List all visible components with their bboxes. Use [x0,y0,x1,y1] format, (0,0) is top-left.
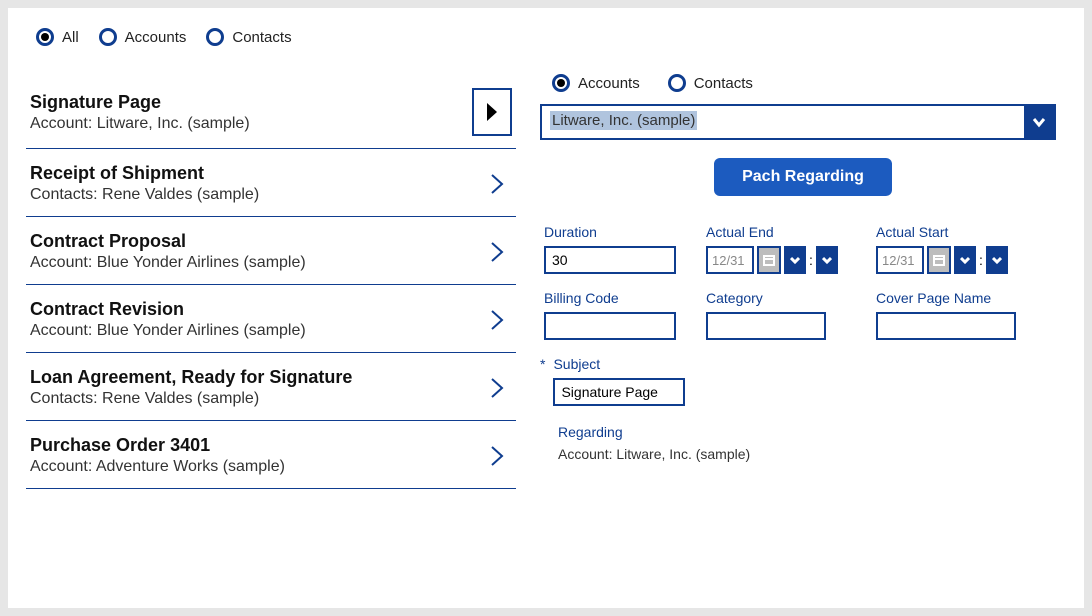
form-row-2: Billing Code Category Cover Page Name [540,290,1066,340]
list-item-title: Receipt of Shipment [30,163,259,184]
hour-select[interactable] [784,246,806,274]
duration-label: Duration [544,224,676,240]
pach-regarding-button[interactable]: Pach Regarding [714,158,892,196]
subject-label: Subject [553,356,685,372]
actual-end-field: Actual End : [706,224,846,274]
radio-detail-accounts-label: Accounts [578,75,640,92]
list-item-title: Contract Revision [30,299,306,320]
combo-dropdown-button[interactable] [1024,106,1054,138]
radio-detail-contacts[interactable]: Contacts [668,74,753,92]
chevron-right-icon[interactable] [482,169,512,199]
radio-contacts[interactable]: Contacts [206,28,291,46]
duration-field: Duration [544,224,676,274]
subject-input[interactable] [553,378,685,406]
list-panel: Signature Page Account: Litware, Inc. (sa… [26,74,516,489]
chevron-right-icon[interactable] [472,88,512,136]
subject-row: * Subject [540,356,1066,406]
list-item-subtitle: Contacts: Rene Valdes (sample) [30,390,352,408]
cover-page-label: Cover Page Name [876,290,1016,306]
cover-page-field: Cover Page Name [876,290,1016,340]
list-item-subtitle: Account: Litware, Inc. (sample) [30,115,250,133]
calendar-icon[interactable] [757,246,781,274]
hour-select[interactable] [954,246,976,274]
duration-input[interactable] [544,246,676,274]
top-filter-group: All Accounts Contacts [36,28,1066,46]
radio-detail-accounts[interactable]: Accounts [552,74,640,92]
regarding-block: Regarding Account: Litware, Inc. (sample… [540,424,1066,462]
actual-end-date-input[interactable] [706,246,754,274]
actual-start-date-input[interactable] [876,246,924,274]
detail-filter-group: Accounts Contacts [552,74,1066,92]
chevron-down-icon [1032,115,1046,129]
radio-accounts[interactable]: Accounts [99,28,187,46]
chevron-right-icon[interactable] [482,305,512,335]
billing-code-input[interactable] [544,312,676,340]
radio-icon [206,28,224,46]
category-label: Category [706,290,846,306]
list-item-subtitle: Account: Blue Yonder Airlines (sample) [30,322,306,340]
radio-all[interactable]: All [36,28,79,46]
regarding-value: Account: Litware, Inc. (sample) [558,446,1066,462]
list-item[interactable]: Contract Revision Account: Blue Yonder Ai… [26,285,516,353]
actual-start-group: : [876,246,1016,274]
actual-end-group: : [706,246,846,274]
combo-value: Litware, Inc. (sample) [542,106,1024,138]
cover-page-input[interactable] [876,312,1016,340]
minute-select[interactable] [816,246,838,274]
chevron-right-icon[interactable] [482,441,512,471]
radio-detail-contacts-label: Contacts [694,75,753,92]
list-item[interactable]: Contract Proposal Account: Blue Yonder Ai… [26,217,516,285]
form-row-1: Duration Actual End : Actual Start [540,224,1066,274]
list-item-title: Loan Agreement, Ready for Signature [30,367,352,388]
regarding-label: Regarding [558,424,1066,440]
actual-end-label: Actual End [706,224,846,240]
list-item[interactable]: Loan Agreement, Ready for Signature Conta… [26,353,516,421]
detail-panel: Accounts Contacts Litware, Inc. (sample)… [540,74,1066,489]
radio-icon [99,28,117,46]
radio-icon [668,74,686,92]
app-frame: All Accounts Contacts Signature Page Acco… [8,8,1084,608]
required-icon: * [540,356,545,372]
radio-icon [552,74,570,92]
list-item-subtitle: Account: Blue Yonder Airlines (sample) [30,254,306,272]
list-item[interactable]: Purchase Order 3401 Account: Adventure Wo… [26,421,516,489]
account-combo[interactable]: Litware, Inc. (sample) [540,104,1056,140]
radio-accounts-label: Accounts [125,29,187,46]
time-colon: : [979,246,983,274]
actual-start-field: Actual Start : [876,224,1016,274]
subject-field: Subject [553,356,685,406]
actual-start-label: Actual Start [876,224,1016,240]
list-item[interactable]: Signature Page Account: Litware, Inc. (sa… [26,74,516,149]
list-item[interactable]: Receipt of Shipment Contacts: Rene Valdes… [26,149,516,217]
chevron-right-icon[interactable] [482,373,512,403]
category-field: Category [706,290,846,340]
content-split: Signature Page Account: Litware, Inc. (sa… [26,74,1066,489]
radio-all-label: All [62,29,79,46]
billing-code-label: Billing Code [544,290,676,306]
chevron-right-icon[interactable] [482,237,512,267]
list-item-title: Contract Proposal [30,231,306,252]
radio-contacts-label: Contacts [232,29,291,46]
list-item-title: Purchase Order 3401 [30,435,285,456]
list-item-title: Signature Page [30,92,250,113]
category-input[interactable] [706,312,826,340]
list-item-subtitle: Contacts: Rene Valdes (sample) [30,186,259,204]
billing-code-field: Billing Code [544,290,676,340]
time-colon: : [809,246,813,274]
list-item-subtitle: Account: Adventure Works (sample) [30,458,285,476]
minute-select[interactable] [986,246,1008,274]
radio-icon [36,28,54,46]
calendar-icon[interactable] [927,246,951,274]
